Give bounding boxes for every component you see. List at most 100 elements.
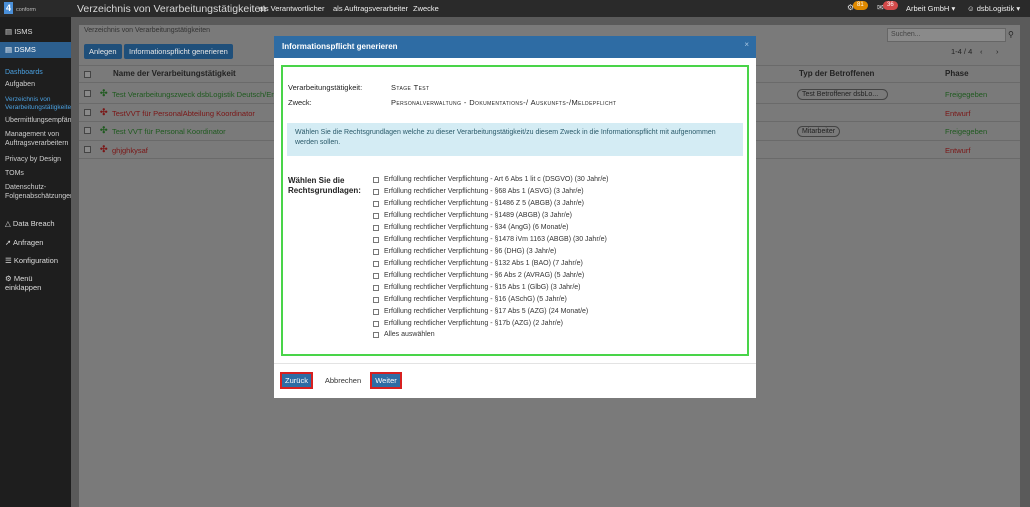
notification-badge: 81 (853, 1, 868, 10)
sidebar-item-vvt-2[interactable]: Verarbeitungstätigkeiten (5, 103, 75, 112)
select-all-checkbox[interactable] (373, 332, 379, 338)
option-label: Erfüllung rechtlicher Verpflichtung - §1… (384, 308, 589, 315)
row-checkbox[interactable] (84, 146, 91, 153)
option-checkbox[interactable] (373, 213, 379, 219)
option-checkbox[interactable] (373, 177, 379, 183)
sidebar: ▤ ISMS ▤ DSMS Dashboards Aufgaben Verzei… (0, 17, 75, 507)
sidebar-item-isms[interactable]: ▤ ISMS (0, 26, 71, 38)
search-icon[interactable]: ⚲ (1008, 30, 1014, 39)
sidebar-item-dsfa-2[interactable]: Folgenabschätzungen (5, 192, 71, 201)
modal-footer-divider (274, 363, 756, 364)
sidebar-item-aufgaben[interactable]: Aufgaben (5, 80, 71, 89)
top-bar: 4 conform Verzeichnis von Verarbeitungst… (0, 0, 1030, 17)
rechtsgrundlagen-label-1: Wählen Sie die (288, 176, 345, 185)
cancel-button[interactable]: Abbrechen (324, 374, 362, 391)
sidebar-item-anfragen[interactable]: ➚ Anfragen (0, 238, 71, 247)
info-generate-button[interactable]: Informationspflicht generieren (124, 44, 233, 59)
option-checkbox[interactable] (373, 273, 379, 279)
pager-count: 1-4 / 4 (951, 47, 973, 56)
dsms-icon: ▤ (5, 45, 13, 54)
option-checkbox[interactable] (373, 297, 379, 303)
status-badge: Test Betroffener dsbLo... (797, 89, 888, 100)
search-input[interactable]: Suchen... (887, 28, 1006, 42)
col-header-phase[interactable]: Phase (945, 69, 969, 78)
option-label: Erfüllung rechtlicher Verpflichtung - §3… (384, 224, 569, 231)
option-label: Erfüllung rechtlicher Verpflichtung - §1… (384, 200, 584, 207)
expand-icon[interactable]: ✣ (100, 144, 108, 155)
company-menu[interactable]: Arbeit GmbH ▾ (906, 4, 955, 13)
option-label: Erfüllung rechtlicher Verpflichtung - §1… (384, 296, 567, 303)
table-row[interactable]: TestVVT für PersonalAbteilung Koordinato… (112, 109, 275, 118)
anlegen-button[interactable]: Anlegen (84, 44, 122, 59)
sidebar-item-privacy[interactable]: Privacy by Design (5, 155, 71, 164)
option-checkbox[interactable] (373, 249, 379, 255)
table-row[interactable]: Test Verarbeitungszweck dsbLogistik Deut… (112, 90, 275, 99)
expand-icon[interactable]: ✣ (100, 88, 108, 99)
row-checkbox[interactable] (84, 127, 91, 134)
logo-mark: 4 (4, 2, 13, 14)
option-label: Erfüllung rechtlicher Verpflichtung - §1… (384, 284, 581, 291)
nav-verantwortlicher[interactable]: als Verantwortlicher (259, 4, 324, 13)
chevron-down-icon: ▾ (951, 4, 956, 13)
company-name: Arbeit GmbH (906, 4, 950, 13)
sidebar-item-label: ISMS (14, 27, 33, 36)
user-menu[interactable]: ☺ dsbLogistik ▾ (967, 4, 1020, 13)
user-icon: ☺ (967, 4, 975, 13)
sidebar-item-dashboards[interactable]: Dashboards (5, 68, 71, 77)
col-header-name[interactable]: Name der Verarbeitungstätigkeit (113, 69, 236, 78)
select-all-checkbox[interactable] (84, 71, 91, 78)
sidebar-item-label: DSMS (14, 45, 36, 54)
sidebar-item-label: Anfragen (12, 238, 44, 247)
status-badge: Mitarbeiter (797, 126, 841, 137)
app-logo[interactable]: 4 conform (4, 2, 44, 15)
option-label: Erfüllung rechtlicher Verpflichtung - §6… (384, 272, 585, 279)
option-label: Erfüllung rechtlicher Verpflichtung - §1… (384, 212, 572, 219)
sidebar-item-toms[interactable]: TOMs (5, 169, 71, 178)
sidebar-item-dsfa-1[interactable]: Datenschutz- (5, 183, 71, 192)
row-checkbox[interactable] (84, 109, 91, 116)
option-checkbox[interactable] (373, 321, 379, 327)
option-checkbox[interactable] (373, 285, 379, 291)
send-icon: ➚ (5, 238, 12, 247)
table-row[interactable]: ghjghkysaf (112, 146, 148, 155)
next-page-icon[interactable]: › (996, 47, 999, 56)
sidebar-item-management-2[interactable]: Auftragsverarbeitern (5, 139, 71, 148)
option-label: Erfüllung rechtlicher Verpflichtung - §1… (384, 236, 607, 243)
expand-icon[interactable]: ✣ (100, 107, 108, 118)
sidebar-item-konfiguration[interactable]: ☰ Konfiguration (0, 256, 71, 265)
option-label: Erfüllung rechtlicher Verpflichtung - Ar… (384, 176, 609, 183)
table-row[interactable]: Test VVT für Personal Koordinator (112, 127, 275, 136)
option-label: Erfüllung rechtlicher Verpflichtung - §6… (384, 248, 557, 255)
info-alert: Wählen Sie die Rechtsgrundlagen welche z… (287, 123, 743, 156)
option-label: Erfüllung rechtlicher Verpflichtung - §1… (384, 260, 583, 267)
logo-text: conform (16, 7, 36, 13)
prev-page-icon[interactable]: ‹ (980, 47, 983, 56)
option-checkbox[interactable] (373, 261, 379, 267)
option-checkbox[interactable] (373, 309, 379, 315)
row-checkbox[interactable] (84, 90, 91, 97)
page-title: Verzeichnis von Verarbeitungstätigkeiten (77, 3, 267, 15)
next-button[interactable]: Weiter (370, 372, 402, 389)
sidebar-item-menu-collapse[interactable]: ⚙ Menü einklappen (0, 274, 71, 292)
value-vvt: Stage Test (391, 83, 430, 92)
sidebar-item-dsms[interactable]: ▤ DSMS (0, 42, 71, 58)
gear-icon: ⚙ (5, 274, 12, 283)
expand-icon[interactable]: ✣ (100, 125, 108, 136)
warning-icon: △ (5, 219, 11, 228)
option-label: Alles auswählen (384, 331, 435, 338)
sidebar-item-uebermittlung[interactable]: Übermittlungsempfänger (5, 116, 71, 125)
row-phase: Freigegeben (945, 127, 988, 136)
nav-zwecke[interactable]: Zwecke (413, 4, 439, 13)
option-checkbox[interactable] (373, 189, 379, 195)
option-checkbox[interactable] (373, 201, 379, 207)
back-button[interactable]: Zurück (280, 372, 313, 389)
option-checkbox[interactable] (373, 237, 379, 243)
value-zweck: Personalverwaltung - Dokumentations-/ Au… (391, 98, 617, 107)
option-checkbox[interactable] (373, 225, 379, 231)
nav-auftragsverarbeiter[interactable]: als Auftragsverarbeiter (333, 4, 408, 13)
sidebar-item-management-1[interactable]: Management von (5, 130, 71, 139)
close-icon[interactable]: × (744, 40, 749, 49)
sidebar-item-data-breach[interactable]: △ Data Breach (0, 219, 71, 228)
panel-title: Verzeichnis von Verarbeitungstätigkeiten (84, 27, 211, 34)
col-header-typ[interactable]: Typ der Betroffenen (799, 69, 874, 78)
